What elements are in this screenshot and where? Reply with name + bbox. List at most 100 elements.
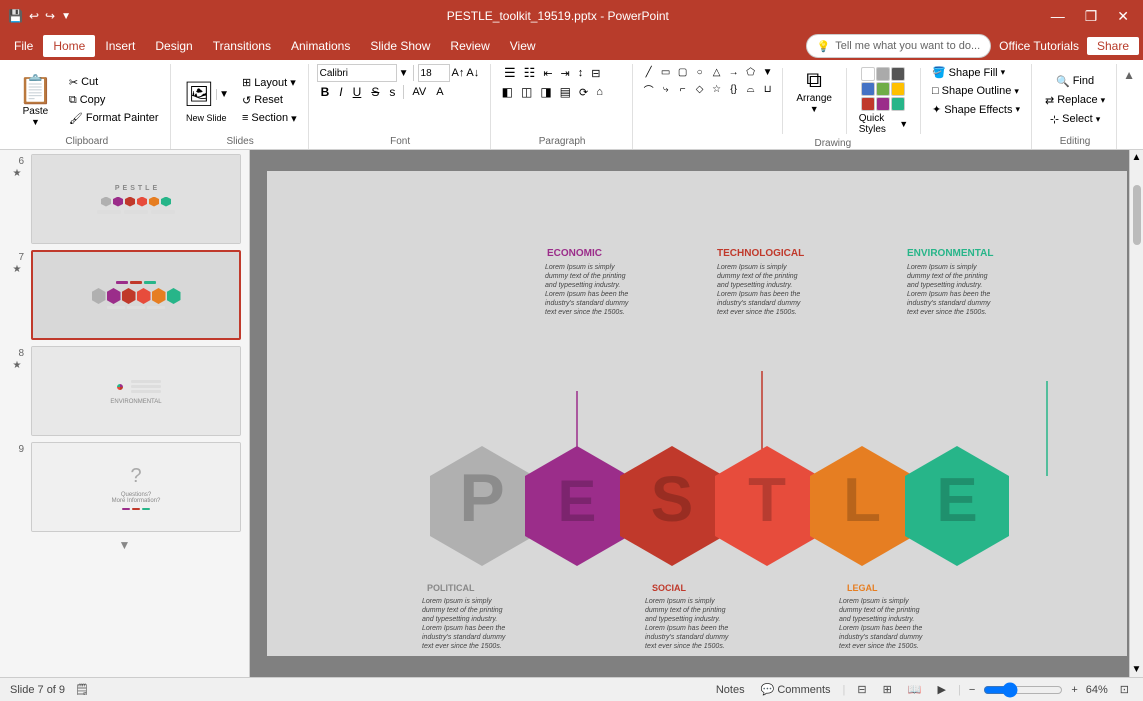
menu-slideshow[interactable]: Slide Show [360,35,440,57]
shape-more[interactable]: ▼ [760,64,776,80]
slide-sorter-button[interactable]: ⊞ [879,681,896,698]
menu-insert[interactable]: Insert [95,35,145,57]
underline-button[interactable]: U [349,84,366,100]
slide-thumbnail-8[interactable]: 8 ★ ENVIRONMENTAL [8,346,241,436]
paste-button[interactable]: 📋 Paste ▼ [10,69,61,131]
shape-5[interactable]: ◇ [692,81,708,97]
text-direction[interactable]: ⟳ [576,85,591,100]
line-spacing[interactable]: ↕ [575,66,587,80]
replace-button[interactable]: ⇄ Replace ▾ [1040,92,1110,109]
slideshow-button[interactable]: ▶ [934,681,950,698]
shadow-button[interactable]: s [385,84,399,100]
menu-home[interactable]: Home [43,35,95,57]
add-notes-icon[interactable]: 🗒 [75,683,89,696]
justify-button[interactable]: ▤ [557,84,574,100]
shape-triangle[interactable]: △ [709,64,725,80]
shape-8[interactable]: ⌓ [743,81,759,97]
tell-me-box[interactable]: 💡 Tell me what you want to do... [806,34,992,58]
align-right[interactable]: ◨ [537,84,554,100]
shape-9[interactable]: ⊔ [760,81,776,97]
bullets-button[interactable]: ☰ [501,64,519,82]
font-size-increase[interactable]: A↑ [452,67,465,79]
font-size-input[interactable] [418,64,450,82]
numbering-button[interactable]: ☷ [521,64,539,82]
menu-animations[interactable]: Animations [281,35,360,57]
arrange-dropdown[interactable]: ▼ [810,104,819,114]
find-button[interactable]: 🔍 Find [1051,73,1099,90]
reset-button[interactable]: ↺ Reset [237,92,302,109]
align-left[interactable]: ◧ [499,84,516,100]
shape-rounded-rect[interactable]: ▢ [675,64,691,80]
shape-pentagon[interactable]: ⬠ [743,64,759,80]
quick-styles-button[interactable]: Quick Styles ▼ [853,64,915,138]
close-button[interactable]: ✕ [1111,6,1135,27]
thumb-scroll-down[interactable]: ▼ [8,538,241,552]
notes-button[interactable]: Notes [712,682,749,698]
slide-thumbnail-6[interactable]: 6 ★ P E S T L E [8,154,241,244]
new-slide-button[interactable]: 🖼 ▼ [179,77,234,112]
fit-window-button[interactable]: ⊡ [1116,681,1133,698]
shape-rect[interactable]: ▭ [658,64,674,80]
zoom-slider[interactable] [983,682,1063,698]
shape-fill-button[interactable]: 🪣 Shape Fill ▾ [927,64,1025,81]
shape-7[interactable]: {} [726,81,742,97]
undo-icon[interactable]: ↩ [29,9,39,23]
shape-2[interactable]: ⌒ [641,81,657,97]
scroll-up-arrow[interactable]: ▲ [1132,152,1142,163]
select-button[interactable]: ⊹ Select ▾ [1045,111,1105,128]
layout-button[interactable]: ⊞ Layout ▾ [237,74,302,91]
font-size-decrease[interactable]: A↓ [466,67,479,79]
quick-styles-dropdown[interactable]: ▼ [899,119,908,129]
shape-line[interactable]: ╱ [641,64,657,80]
bold-button[interactable]: B [317,84,334,100]
save-icon[interactable]: 💾 [8,9,23,23]
zoom-in-button[interactable]: + [1071,684,1077,696]
cut-button[interactable]: ✂ Cut [64,74,164,91]
menu-review[interactable]: Review [440,35,499,57]
thumb-img-8[interactable]: ENVIRONMENTAL [31,346,241,436]
arrange-button[interactable]: ⧉ Arrange ▼ [788,64,840,117]
shape-outline-button[interactable]: □ Shape Outline ▾ [927,83,1025,99]
redo-icon[interactable]: ↪ [45,9,55,23]
scroll-thumb[interactable] [1133,185,1141,245]
customize-icon[interactable]: ▼ [61,11,71,22]
align-center[interactable]: ◫ [518,84,535,100]
collapse-ribbon-button[interactable]: ▲ [1123,68,1135,82]
italic-button[interactable]: I [335,84,346,100]
comments-button[interactable]: 💬 Comments [757,681,835,698]
shape-6[interactable]: ☆ [709,81,725,97]
shape-effects-button[interactable]: ✦ Shape Effects ▾ [927,101,1025,118]
normal-view-button[interactable]: ⊟ [853,681,870,698]
shape-3[interactable]: ⤷ [658,81,674,97]
minimize-button[interactable]: — [1045,6,1071,26]
font-family-input[interactable] [317,64,397,82]
new-slide-dropdown[interactable]: ▼ [216,89,229,100]
menu-file[interactable]: File [4,35,43,57]
paste-dropdown[interactable]: ▼ [31,117,40,127]
slide-canvas[interactable]: P E S T L E ECONOMIC Lorem Ipsum is sim [267,171,1127,656]
section-button[interactable]: ≡ Section ▾ [237,110,302,127]
menu-design[interactable]: Design [145,35,202,57]
slide-thumbnail-7[interactable]: 7 ★ [8,250,241,340]
shape-arrow[interactable]: → [726,64,742,80]
thumb-img-6[interactable]: P E S T L E [31,154,241,244]
office-tutorials-link[interactable]: Office Tutorials [999,39,1079,53]
zoom-out-button[interactable]: − [969,684,975,696]
shape-oval[interactable]: ○ [692,64,708,80]
char-spacing-button[interactable]: AV [408,85,430,99]
shape-4[interactable]: ⌐ [675,81,691,97]
scroll-down-arrow[interactable]: ▼ [1132,664,1142,675]
thumb-img-7[interactable] [31,250,241,340]
share-button[interactable]: Share [1087,37,1139,55]
restore-button[interactable]: ❐ [1079,6,1104,27]
menu-view[interactable]: View [500,35,546,57]
menu-transitions[interactable]: Transitions [203,35,281,57]
strikethrough-button[interactable]: S [367,84,383,100]
font-dropdown[interactable]: ▼ [399,68,409,79]
convert-smartart[interactable]: ⌂ [593,85,606,99]
copy-button[interactable]: ⧉ Copy [64,92,164,109]
indent-decrease[interactable]: ⇤ [540,66,555,81]
thumb-img-9[interactable]: ? Questions?More Information? [31,442,241,532]
font-color-button[interactable]: A [432,85,447,99]
reading-view-button[interactable]: 📖 [904,681,926,698]
